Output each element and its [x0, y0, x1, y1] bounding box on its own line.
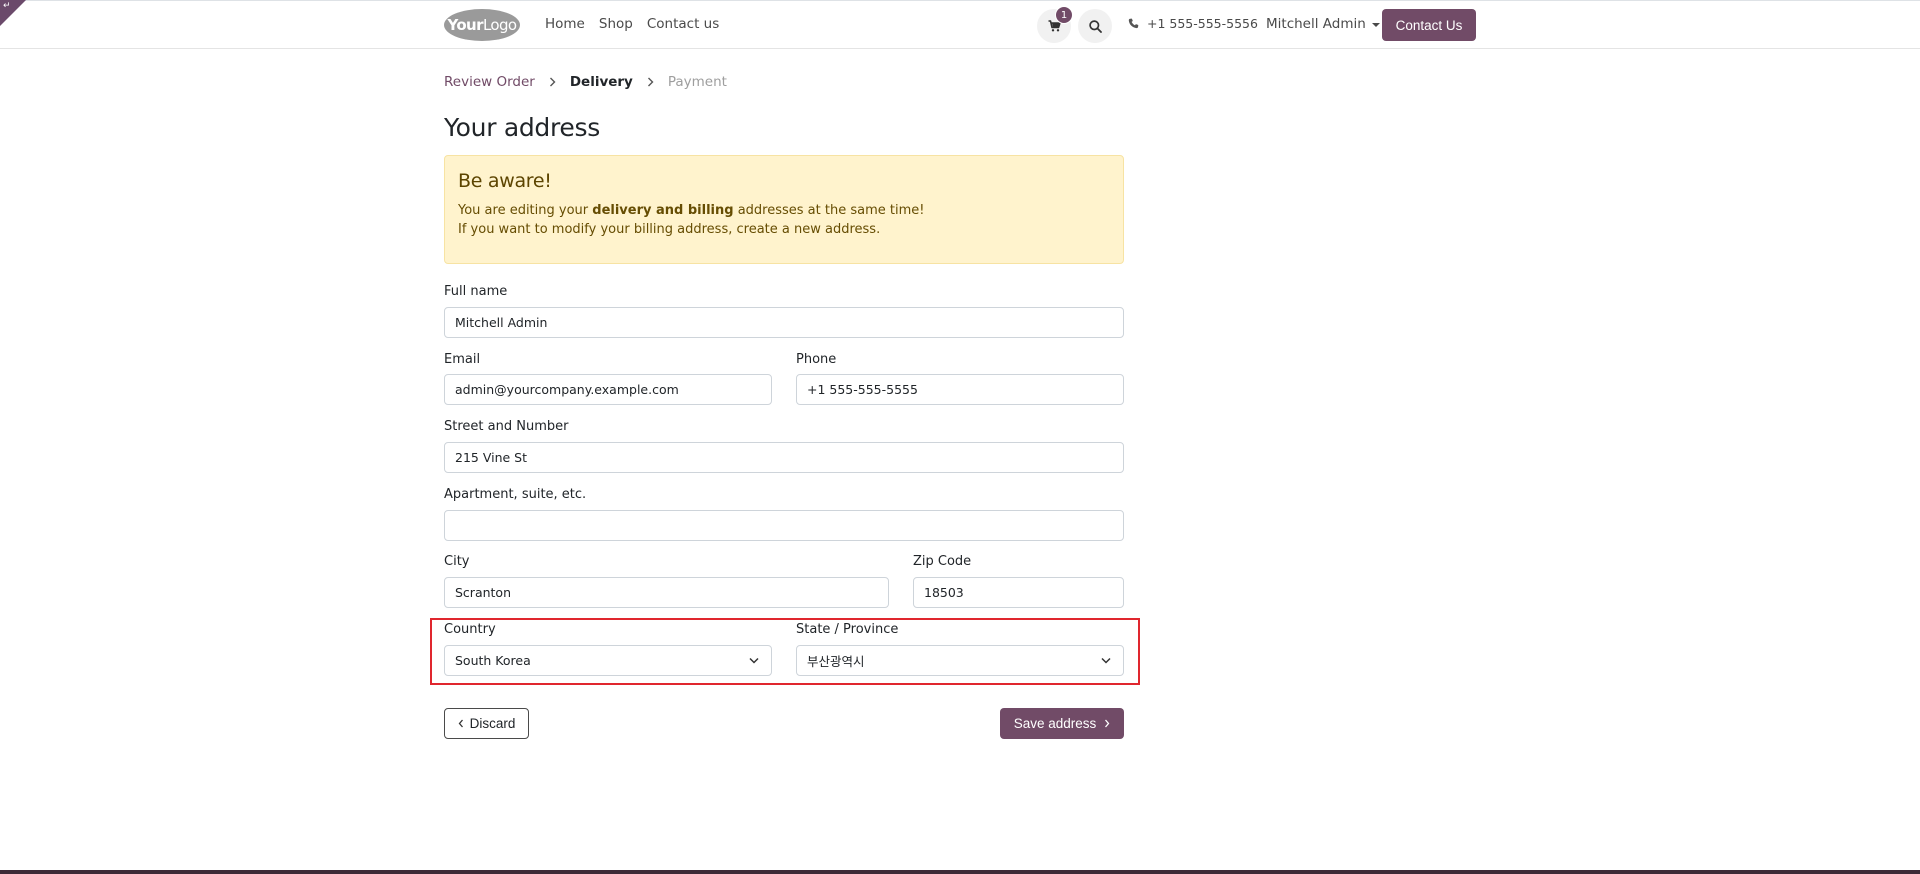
chevron-right-icon	[647, 77, 654, 87]
nav-shop[interactable]: Shop	[599, 16, 633, 32]
chevron-right-icon	[1105, 719, 1110, 728]
page-title: Your address	[444, 113, 600, 142]
email-label: Email	[444, 352, 481, 367]
nav-home[interactable]: Home	[545, 16, 585, 32]
alert-line-1-pre: You are editing your	[458, 203, 593, 218]
phone-icon	[1128, 18, 1139, 29]
email-input[interactable]: admin@yourcompany.example.com	[444, 374, 772, 405]
phone-number: +1 555-555-5556	[1147, 16, 1258, 31]
site-logo[interactable]: Your Logo	[444, 9, 520, 41]
header-phone[interactable]: +1 555-555-5556	[1128, 16, 1258, 31]
warning-alert: Be aware! You are editing your delivery …	[444, 155, 1124, 264]
site-header: Your Logo Home Shop Contact us 1 +1 555-5…	[0, 1, 1920, 49]
breadcrumb-payment: Payment	[667, 74, 727, 90]
alert-title: Be aware!	[458, 170, 552, 192]
chevron-right-icon	[549, 77, 556, 87]
discard-button[interactable]: Discard	[444, 708, 529, 739]
main-nav: Home Shop Contact us	[545, 16, 719, 32]
breadcrumb-delivery: Delivery	[569, 74, 633, 90]
corner-arrow-icon: ↵	[3, 1, 11, 11]
discard-label: Discard	[469, 716, 516, 731]
logo-text-light: Logo	[482, 16, 517, 34]
user-menu[interactable]: Mitchell Admin	[1266, 16, 1380, 32]
full-name-input[interactable]: Mitchell Admin	[444, 307, 1124, 338]
alert-line-1-bold: delivery and billing	[592, 203, 734, 218]
city-label: City	[444, 554, 470, 569]
chevron-left-icon	[458, 719, 463, 728]
cart-button[interactable]: 1	[1037, 6, 1073, 43]
bottom-bar	[0, 870, 1920, 874]
zip-input[interactable]: 18503	[913, 577, 1124, 608]
city-input[interactable]: Scranton	[444, 577, 889, 608]
highlight-box	[430, 618, 1140, 685]
apartment-input[interactable]	[444, 510, 1124, 541]
checkout-breadcrumb: Review Order Delivery Payment	[444, 74, 727, 90]
full-name-label: Full name	[444, 284, 508, 299]
caret-down-icon	[1371, 23, 1380, 27]
zip-label: Zip Code	[913, 554, 972, 569]
apartment-label: Apartment, suite, etc.	[444, 487, 587, 502]
alert-line-1-post: addresses at the same time!	[733, 203, 925, 218]
street-label: Street and Number	[444, 419, 569, 434]
search-button[interactable]	[1078, 9, 1112, 43]
phone-input[interactable]: +1 555-555-5555	[796, 374, 1124, 405]
nav-contact-us[interactable]: Contact us	[647, 16, 719, 32]
search-icon	[1088, 19, 1102, 33]
cart-count-badge: 1	[1055, 6, 1073, 24]
breadcrumb-review-order[interactable]: Review Order	[444, 74, 535, 90]
save-address-label: Save address	[1013, 716, 1097, 731]
street-input[interactable]: 215 Vine St	[444, 442, 1124, 473]
user-name: Mitchell Admin	[1266, 16, 1366, 32]
alert-line-2: If you want to modify your billing addre…	[458, 222, 881, 237]
save-address-button[interactable]: Save address	[1000, 708, 1124, 739]
logo-text-bold: Your	[447, 16, 483, 34]
contact-us-button[interactable]: Contact Us	[1382, 9, 1476, 41]
alert-line-1: You are editing your delivery and billin…	[458, 201, 1110, 220]
phone-label: Phone	[796, 352, 837, 367]
